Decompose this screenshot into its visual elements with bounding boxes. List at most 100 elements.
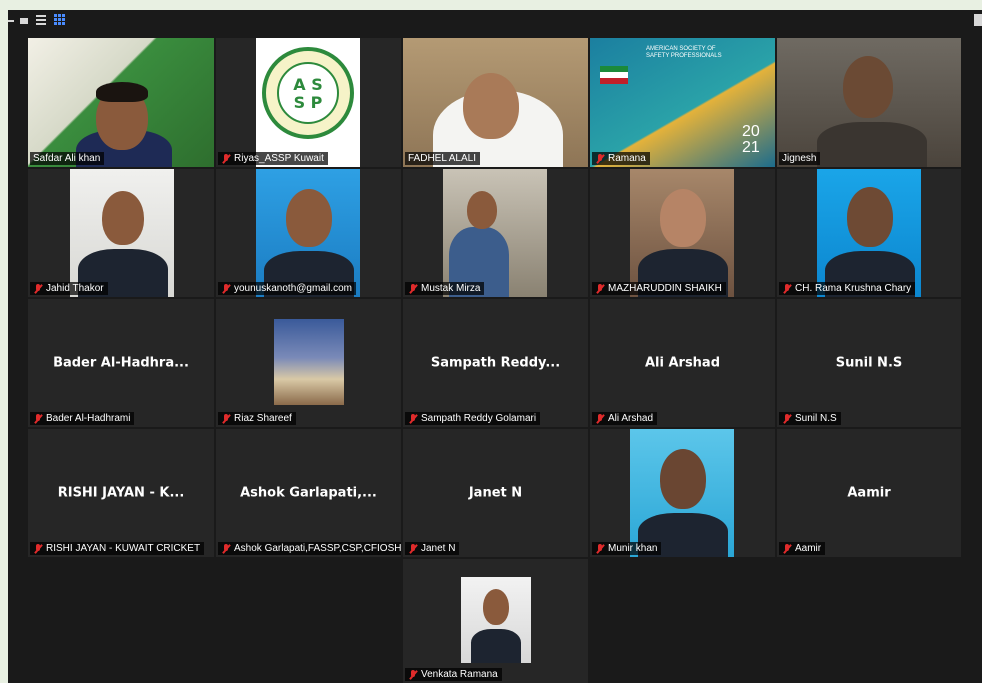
video-tile[interactable]: Jahid Thakor <box>28 169 214 297</box>
participant-name: Jignesh <box>782 153 817 164</box>
participant-name: Mustak Mirza <box>421 283 481 294</box>
mic-muted-icon <box>221 543 231 554</box>
participant-name-tag: Riaz Shareef <box>218 412 296 425</box>
participant-name-tag: Bader Al-Hadhrami <box>30 412 135 425</box>
meeting-toolbar <box>8 10 982 34</box>
mic-muted-icon <box>595 283 605 294</box>
video-tile[interactable]: MAZHARUDDIN SHAIKH <box>590 169 775 297</box>
kuwait-flag <box>600 66 628 84</box>
participant-name: Ali Arshad <box>608 413 654 424</box>
participant-photo-face <box>286 189 332 247</box>
mic-muted-icon <box>221 413 231 424</box>
mic-muted-icon <box>33 543 43 554</box>
participant-name: Riyas_ASSP Kuwait <box>234 153 324 164</box>
video-tile[interactable]: Jignesh <box>777 38 961 167</box>
participant-name: Safdar Ali khan <box>33 153 101 164</box>
svg-text:S P: S P <box>294 93 323 112</box>
participant-name-tag: Sampath Reddy Golamari <box>405 412 541 425</box>
video-tile[interactable]: A S S P Riyas_ASSP Kuwait <box>216 38 401 167</box>
mic-muted-icon <box>221 283 231 294</box>
mic-muted-icon <box>408 283 418 294</box>
participant-display-name: Aamir <box>847 485 891 501</box>
video-tile[interactable]: Munir khan <box>590 429 775 557</box>
participant-name-tag: younuskanoth@gmail.com <box>218 282 356 295</box>
video-tile[interactable]: younuskanoth@gmail.com <box>216 169 401 297</box>
mic-muted-icon <box>782 543 792 554</box>
participant-name: Munir khan <box>608 543 658 554</box>
participant-name-tag: Jahid Thakor <box>30 282 108 295</box>
video-tile[interactable]: FADHEL ALALI <box>403 38 588 167</box>
exit-fullscreen-icon[interactable] <box>974 14 982 26</box>
participant-video-body <box>817 122 927 167</box>
video-tile[interactable]: Ali Arshad Ali Arshad <box>590 299 775 427</box>
participant-name-tag: FADHEL ALALI <box>405 152 480 165</box>
participant-photo-body <box>471 629 521 663</box>
participant-display-name: Sunil N.S <box>835 355 903 371</box>
participant-name: FADHEL ALALI <box>408 153 476 164</box>
participant-name-tag: Munir khan <box>592 542 662 555</box>
speaker-view-icon[interactable] <box>36 15 46 25</box>
svg-text:A S: A S <box>293 75 322 94</box>
video-tile[interactable]: Janet N Janet N <box>403 429 588 557</box>
mic-muted-icon <box>33 413 43 424</box>
mosque-photo <box>274 319 344 405</box>
mic-muted-icon <box>595 543 605 554</box>
participant-name-tag: Ashok Garlapati,FASSP,CSP,CFIOSH,QEP <box>218 542 401 555</box>
participant-name-tag: Ramana <box>592 152 650 165</box>
video-tile[interactable]: RISHI JAYAN - K... RISHI JAYAN - KUWAIT … <box>28 429 214 557</box>
participant-photo-face <box>847 187 893 247</box>
participant-name: Venkata Ramana <box>421 669 498 680</box>
participant-photo-face <box>483 589 509 625</box>
gallery-view-icon[interactable] <box>54 14 66 25</box>
video-tile[interactable]: AMERICAN SOCIETY OF SAFETY PROFESSIONALS … <box>590 38 775 167</box>
minimize-icon[interactable] <box>8 20 14 22</box>
video-tile[interactable]: Sunil N.S Sunil N.S <box>777 299 961 427</box>
participant-name-tag: MAZHARUDDIN SHAIKH <box>592 282 726 295</box>
banner-title: AMERICAN SOCIETY OF SAFETY PROFESSIONALS <box>646 46 722 59</box>
participant-name-tag: Riyas_ASSP Kuwait <box>218 152 328 165</box>
participant-name-tag: Janet N <box>405 542 460 555</box>
video-tile[interactable]: Ashok Garlapati,... Ashok Garlapati,FASS… <box>216 429 401 557</box>
video-tile[interactable]: Aamir Aamir <box>777 429 961 557</box>
meeting-window: Safdar Ali khan A S S P Riyas_ASSP Kuwai… <box>8 10 982 683</box>
participant-name-tag: Mustak Mirza <box>405 282 485 295</box>
video-tile[interactable]: Mustak Mirza <box>403 169 588 297</box>
participant-display-name: Bader Al-Hadhra... <box>53 355 189 371</box>
participant-name-tag: Sunil N.S <box>779 412 841 425</box>
participant-name: Ashok Garlapati,FASSP,CSP,CFIOSH,QEP <box>234 543 401 554</box>
mic-muted-icon <box>221 153 231 164</box>
mic-muted-icon <box>595 153 605 164</box>
participant-name: CH. Rama Krushna Chary <box>795 283 912 294</box>
participant-name-tag: Venkata Ramana <box>405 668 502 681</box>
participant-name-tag: CH. Rama Krushna Chary <box>779 282 916 295</box>
participant-name-tag: Jignesh <box>779 152 821 165</box>
video-tile[interactable]: Riaz Shareef <box>216 299 401 427</box>
participant-photo-face <box>660 449 706 509</box>
video-tile[interactable]: CH. Rama Krushna Chary <box>777 169 961 297</box>
participant-name-tag: RISHI JAYAN - KUWAIT CRICKET <box>30 542 205 555</box>
assp-logo: A S S P <box>256 38 360 167</box>
participant-name: Ramana <box>608 153 646 164</box>
participant-name-tag: Safdar Ali khan <box>30 152 105 165</box>
participant-photo-face <box>102 191 144 245</box>
video-tile[interactable]: Safdar Ali khan <box>28 38 214 167</box>
participant-name: Sampath Reddy Golamari <box>421 413 537 424</box>
participant-video-hair <box>96 82 148 102</box>
participant-name: MAZHARUDDIN SHAIKH <box>608 283 722 294</box>
mic-muted-icon <box>595 413 605 424</box>
mic-muted-icon <box>33 283 43 294</box>
participant-name: Janet N <box>421 543 456 554</box>
banner-year: 20 21 <box>742 123 760 156</box>
participant-display-name: Janet N <box>468 485 523 501</box>
participant-photo-face <box>467 191 497 229</box>
participant-name: Bader Al-Hadhrami <box>46 413 131 424</box>
video-tile[interactable]: Venkata Ramana <box>403 559 588 683</box>
participant-name: Jahid Thakor <box>46 283 104 294</box>
participant-name: Riaz Shareef <box>234 413 292 424</box>
mic-muted-icon <box>782 283 792 294</box>
participant-video-face <box>463 73 519 139</box>
video-tile[interactable]: Bader Al-Hadhra... Bader Al-Hadhrami <box>28 299 214 427</box>
window-icon[interactable] <box>20 18 28 24</box>
mic-muted-icon <box>782 413 792 424</box>
video-tile[interactable]: Sampath Reddy... Sampath Reddy Golamari <box>403 299 588 427</box>
